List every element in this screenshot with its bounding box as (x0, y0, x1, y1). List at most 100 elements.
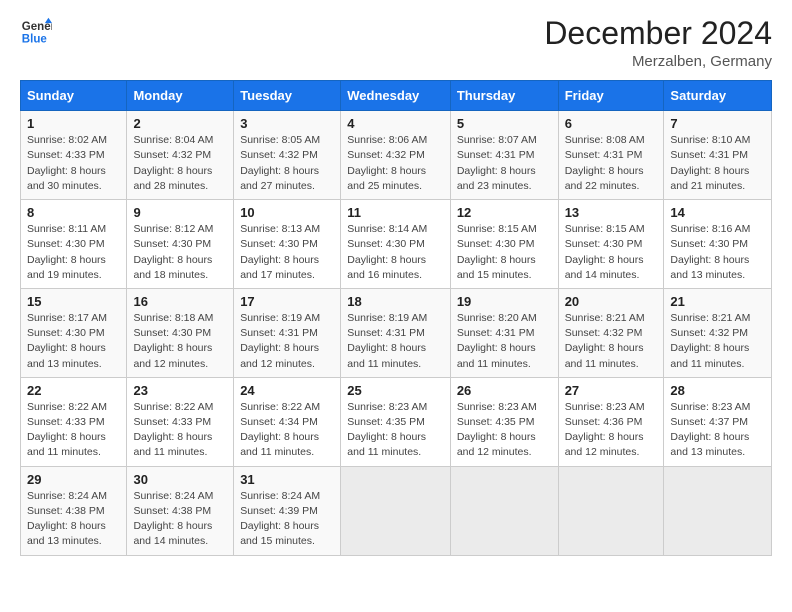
day-cell: 19 Sunrise: 8:20 AM Sunset: 4:31 PM Dayl… (450, 288, 558, 377)
day-info: Sunrise: 8:14 AM Sunset: 4:30 PM Dayligh… (347, 222, 444, 283)
day-cell (558, 466, 664, 555)
day-number: 6 (565, 116, 658, 131)
day-cell: 27 Sunrise: 8:23 AM Sunset: 4:36 PM Dayl… (558, 377, 664, 466)
day-number: 13 (565, 205, 658, 220)
day-info: Sunrise: 8:10 AM Sunset: 4:31 PM Dayligh… (670, 133, 765, 194)
weekday-header-saturday: Saturday (664, 81, 772, 111)
day-number: 1 (27, 116, 120, 131)
day-cell: 15 Sunrise: 8:17 AM Sunset: 4:30 PM Dayl… (21, 288, 127, 377)
day-cell: 22 Sunrise: 8:22 AM Sunset: 4:33 PM Dayl… (21, 377, 127, 466)
day-number: 31 (240, 472, 334, 487)
day-cell (450, 466, 558, 555)
day-cell: 18 Sunrise: 8:19 AM Sunset: 4:31 PM Dayl… (341, 288, 451, 377)
day-info: Sunrise: 8:22 AM Sunset: 4:33 PM Dayligh… (133, 400, 227, 461)
day-info: Sunrise: 8:13 AM Sunset: 4:30 PM Dayligh… (240, 222, 334, 283)
weekday-header-monday: Monday (127, 81, 234, 111)
day-info: Sunrise: 8:12 AM Sunset: 4:30 PM Dayligh… (133, 222, 227, 283)
day-cell: 1 Sunrise: 8:02 AM Sunset: 4:33 PM Dayli… (21, 111, 127, 200)
day-info: Sunrise: 8:22 AM Sunset: 4:34 PM Dayligh… (240, 400, 334, 461)
day-info: Sunrise: 8:15 AM Sunset: 4:30 PM Dayligh… (565, 222, 658, 283)
day-number: 24 (240, 383, 334, 398)
day-cell: 6 Sunrise: 8:08 AM Sunset: 4:31 PM Dayli… (558, 111, 664, 200)
day-info: Sunrise: 8:23 AM Sunset: 4:35 PM Dayligh… (347, 400, 444, 461)
weekday-header-thursday: Thursday (450, 81, 558, 111)
day-cell: 28 Sunrise: 8:23 AM Sunset: 4:37 PM Dayl… (664, 377, 772, 466)
day-number: 18 (347, 294, 444, 309)
title-block: December 2024 Merzalben, Germany (544, 16, 772, 70)
day-cell: 21 Sunrise: 8:21 AM Sunset: 4:32 PM Dayl… (664, 288, 772, 377)
day-info: Sunrise: 8:24 AM Sunset: 4:39 PM Dayligh… (240, 489, 334, 550)
day-cell: 17 Sunrise: 8:19 AM Sunset: 4:31 PM Dayl… (234, 288, 341, 377)
day-info: Sunrise: 8:08 AM Sunset: 4:31 PM Dayligh… (565, 133, 658, 194)
weekday-header-friday: Friday (558, 81, 664, 111)
svg-text:Blue: Blue (22, 34, 48, 46)
day-number: 11 (347, 205, 444, 220)
day-cell: 29 Sunrise: 8:24 AM Sunset: 4:38 PM Dayl… (21, 466, 127, 555)
day-cell: 8 Sunrise: 8:11 AM Sunset: 4:30 PM Dayli… (21, 200, 127, 289)
weekday-header-wednesday: Wednesday (341, 81, 451, 111)
day-info: Sunrise: 8:20 AM Sunset: 4:31 PM Dayligh… (457, 311, 552, 372)
week-row-2: 8 Sunrise: 8:11 AM Sunset: 4:30 PM Dayli… (21, 200, 772, 289)
month-title: December 2024 (544, 16, 772, 51)
day-info: Sunrise: 8:06 AM Sunset: 4:32 PM Dayligh… (347, 133, 444, 194)
day-info: Sunrise: 8:23 AM Sunset: 4:35 PM Dayligh… (457, 400, 552, 461)
day-cell: 20 Sunrise: 8:21 AM Sunset: 4:32 PM Dayl… (558, 288, 664, 377)
day-number: 25 (347, 383, 444, 398)
week-row-3: 15 Sunrise: 8:17 AM Sunset: 4:30 PM Dayl… (21, 288, 772, 377)
day-cell: 31 Sunrise: 8:24 AM Sunset: 4:39 PM Dayl… (234, 466, 341, 555)
day-cell: 30 Sunrise: 8:24 AM Sunset: 4:38 PM Dayl… (127, 466, 234, 555)
day-info: Sunrise: 8:21 AM Sunset: 4:32 PM Dayligh… (670, 311, 765, 372)
day-number: 21 (670, 294, 765, 309)
day-number: 22 (27, 383, 120, 398)
day-cell: 4 Sunrise: 8:06 AM Sunset: 4:32 PM Dayli… (341, 111, 451, 200)
day-info: Sunrise: 8:04 AM Sunset: 4:32 PM Dayligh… (133, 133, 227, 194)
day-info: Sunrise: 8:22 AM Sunset: 4:33 PM Dayligh… (27, 400, 120, 461)
day-number: 17 (240, 294, 334, 309)
day-cell: 5 Sunrise: 8:07 AM Sunset: 4:31 PM Dayli… (450, 111, 558, 200)
day-number: 15 (27, 294, 120, 309)
day-number: 28 (670, 383, 765, 398)
day-number: 23 (133, 383, 227, 398)
day-info: Sunrise: 8:21 AM Sunset: 4:32 PM Dayligh… (565, 311, 658, 372)
day-number: 29 (27, 472, 120, 487)
day-info: Sunrise: 8:23 AM Sunset: 4:37 PM Dayligh… (670, 400, 765, 461)
day-info: Sunrise: 8:19 AM Sunset: 4:31 PM Dayligh… (347, 311, 444, 372)
day-number: 20 (565, 294, 658, 309)
day-cell: 13 Sunrise: 8:15 AM Sunset: 4:30 PM Dayl… (558, 200, 664, 289)
day-info: Sunrise: 8:17 AM Sunset: 4:30 PM Dayligh… (27, 311, 120, 372)
day-cell: 7 Sunrise: 8:10 AM Sunset: 4:31 PM Dayli… (664, 111, 772, 200)
week-row-1: 1 Sunrise: 8:02 AM Sunset: 4:33 PM Dayli… (21, 111, 772, 200)
day-number: 26 (457, 383, 552, 398)
day-info: Sunrise: 8:15 AM Sunset: 4:30 PM Dayligh… (457, 222, 552, 283)
day-number: 16 (133, 294, 227, 309)
day-number: 12 (457, 205, 552, 220)
calendar-table: SundayMondayTuesdayWednesdayThursdayFrid… (20, 80, 772, 555)
day-cell (341, 466, 451, 555)
location: Merzalben, Germany (544, 53, 772, 70)
day-cell: 25 Sunrise: 8:23 AM Sunset: 4:35 PM Dayl… (341, 377, 451, 466)
day-cell: 10 Sunrise: 8:13 AM Sunset: 4:30 PM Dayl… (234, 200, 341, 289)
day-info: Sunrise: 8:24 AM Sunset: 4:38 PM Dayligh… (133, 489, 227, 550)
week-row-5: 29 Sunrise: 8:24 AM Sunset: 4:38 PM Dayl… (21, 466, 772, 555)
week-row-4: 22 Sunrise: 8:22 AM Sunset: 4:33 PM Dayl… (21, 377, 772, 466)
day-number: 30 (133, 472, 227, 487)
weekday-header-tuesday: Tuesday (234, 81, 341, 111)
day-number: 10 (240, 205, 334, 220)
day-cell: 26 Sunrise: 8:23 AM Sunset: 4:35 PM Dayl… (450, 377, 558, 466)
day-info: Sunrise: 8:16 AM Sunset: 4:30 PM Dayligh… (670, 222, 765, 283)
day-number: 9 (133, 205, 227, 220)
day-info: Sunrise: 8:11 AM Sunset: 4:30 PM Dayligh… (27, 222, 120, 283)
day-cell: 2 Sunrise: 8:04 AM Sunset: 4:32 PM Dayli… (127, 111, 234, 200)
day-cell: 16 Sunrise: 8:18 AM Sunset: 4:30 PM Dayl… (127, 288, 234, 377)
day-info: Sunrise: 8:24 AM Sunset: 4:38 PM Dayligh… (27, 489, 120, 550)
day-cell: 11 Sunrise: 8:14 AM Sunset: 4:30 PM Dayl… (341, 200, 451, 289)
day-number: 27 (565, 383, 658, 398)
day-info: Sunrise: 8:07 AM Sunset: 4:31 PM Dayligh… (457, 133, 552, 194)
day-cell: 24 Sunrise: 8:22 AM Sunset: 4:34 PM Dayl… (234, 377, 341, 466)
day-number: 4 (347, 116, 444, 131)
logo-icon: General Blue (20, 16, 52, 48)
logo: General Blue (20, 16, 52, 48)
day-info: Sunrise: 8:05 AM Sunset: 4:32 PM Dayligh… (240, 133, 334, 194)
day-cell (664, 466, 772, 555)
day-info: Sunrise: 8:23 AM Sunset: 4:36 PM Dayligh… (565, 400, 658, 461)
